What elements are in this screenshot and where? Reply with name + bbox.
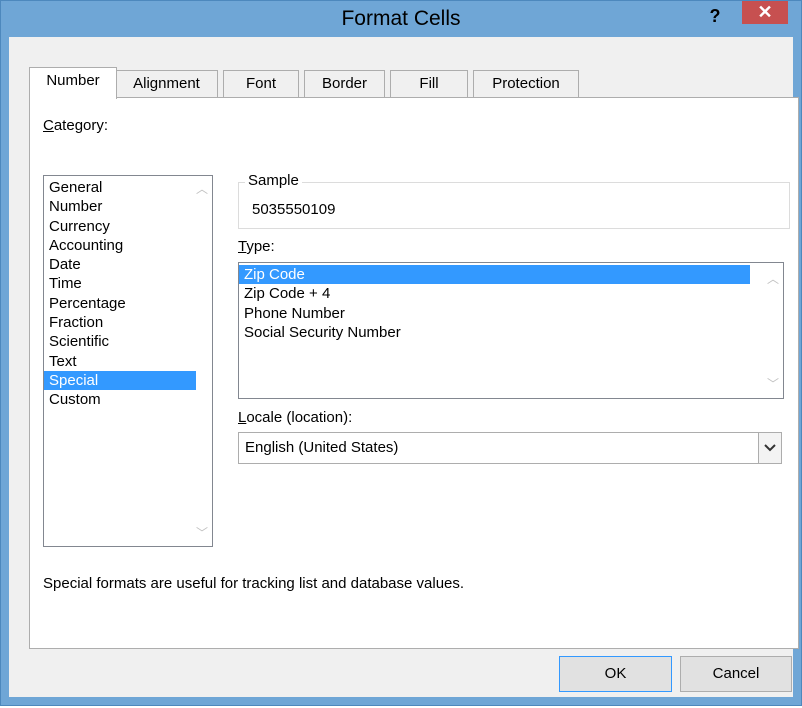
sample-group: Sample 5035550109 — [238, 172, 790, 229]
type-item-zip-code-plus-4[interactable]: Zip Code + 4 — [239, 284, 783, 303]
close-button[interactable]: ✕ — [742, 1, 788, 24]
type-scroll-down-icon[interactable]: ﹀ — [766, 378, 780, 390]
type-item-social-security-number[interactable]: Social Security Number — [239, 323, 783, 342]
type-scroll-up-icon[interactable]: ︿ — [766, 273, 780, 285]
category-label: Category: — [43, 117, 109, 134]
close-icon: ✕ — [757, 2, 773, 22]
cancel-button[interactable]: Cancel — [680, 656, 792, 692]
tab-number[interactable]: Number — [29, 67, 117, 99]
type-label: Type: — [238, 238, 275, 255]
ok-button[interactable]: OK — [559, 656, 672, 692]
tab-alignment[interactable]: Alignment — [115, 70, 218, 97]
sample-label: Sample — [245, 172, 302, 189]
number-tab-panel: Category: General Number Currency Accoun… — [29, 97, 799, 649]
type-item-phone-number[interactable]: Phone Number — [239, 304, 783, 323]
locale-dropdown[interactable]: English (United States) — [238, 432, 782, 464]
category-item-general[interactable]: General — [44, 178, 212, 197]
window-title: Format Cells — [341, 7, 461, 30]
category-item-scientific[interactable]: Scientific — [44, 332, 212, 351]
category-item-special[interactable]: Special — [44, 370, 196, 391]
category-scroll-up-icon[interactable]: ︿ — [195, 183, 209, 195]
tab-protection[interactable]: Protection — [473, 70, 579, 97]
type-listbox[interactable]: Zip Code Zip Code + 4 Phone Number Socia… — [238, 262, 784, 399]
locale-value: English (United States) — [245, 439, 399, 456]
category-item-text[interactable]: Text — [44, 352, 212, 371]
tab-font[interactable]: Font — [223, 70, 299, 97]
category-item-accounting[interactable]: Accounting — [44, 236, 212, 255]
category-item-custom[interactable]: Custom — [44, 390, 212, 409]
type-item-zip-code[interactable]: Zip Code — [239, 265, 750, 285]
chevron-down-icon[interactable] — [758, 433, 781, 463]
format-cells-window: Format Cells ? ✕ Number Alignment Font B… — [0, 0, 802, 706]
tab-border[interactable]: Border — [304, 70, 385, 97]
category-item-time[interactable]: Time — [44, 274, 212, 293]
tab-fill[interactable]: Fill — [390, 70, 468, 97]
sample-value: 5035550109 — [252, 201, 336, 218]
dialog-body: Number Alignment Font Border Fill Protec… — [9, 37, 799, 697]
locale-label: Locale (location): — [238, 409, 353, 426]
category-item-percentage[interactable]: Percentage — [44, 294, 212, 313]
category-item-date[interactable]: Date — [44, 255, 212, 274]
category-scroll-down-icon[interactable]: ﹀ — [195, 527, 209, 539]
description-text: Special formats are useful for tracking … — [43, 575, 465, 592]
category-item-fraction[interactable]: Fraction — [44, 313, 212, 332]
title-bar[interactable]: Format Cells ? ✕ — [1, 1, 801, 37]
category-item-currency[interactable]: Currency — [44, 217, 212, 236]
help-button[interactable]: ? — [703, 3, 727, 29]
category-item-number[interactable]: Number — [44, 197, 212, 216]
category-listbox[interactable]: General Number Currency Accounting Date … — [43, 175, 213, 547]
